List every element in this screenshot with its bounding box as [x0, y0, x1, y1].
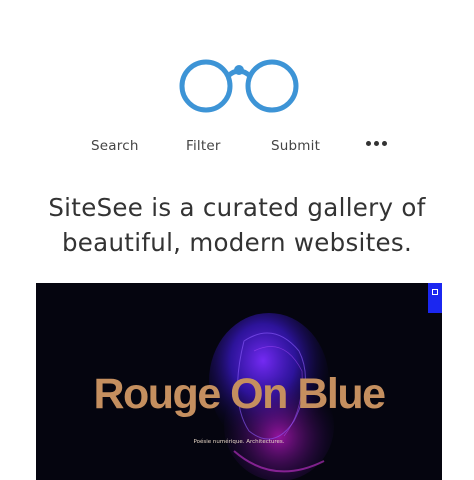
- nav-filter-link[interactable]: Filter: [186, 138, 221, 154]
- featured-site-preview[interactable]: Rouge On Blue Poésie numérique. Architec…: [36, 283, 442, 480]
- featured-site-title: Rouge On Blue: [93, 370, 386, 418]
- tagline-line-2: beautiful, modern websites.: [61, 228, 413, 257]
- nav-search-link[interactable]: Search: [91, 138, 139, 154]
- glasses-icon[interactable]: [178, 58, 300, 114]
- more-dots-icon[interactable]: [366, 141, 388, 149]
- side-menu-tab[interactable]: [428, 283, 442, 313]
- main-nav: Search Filter Submit: [0, 138, 474, 160]
- tagline-line-1: SiteSee is a curated gallery of: [48, 193, 426, 222]
- featured-site-subtitle: Poésie numérique. Architectures.: [193, 439, 285, 445]
- page: Search Filter Submit SiteSee is a curate…: [0, 0, 474, 480]
- site-tagline: SiteSee is a curated gallery of beautifu…: [30, 190, 444, 260]
- menu-mark-icon: [432, 289, 438, 295]
- nav-submit-link[interactable]: Submit: [271, 138, 320, 154]
